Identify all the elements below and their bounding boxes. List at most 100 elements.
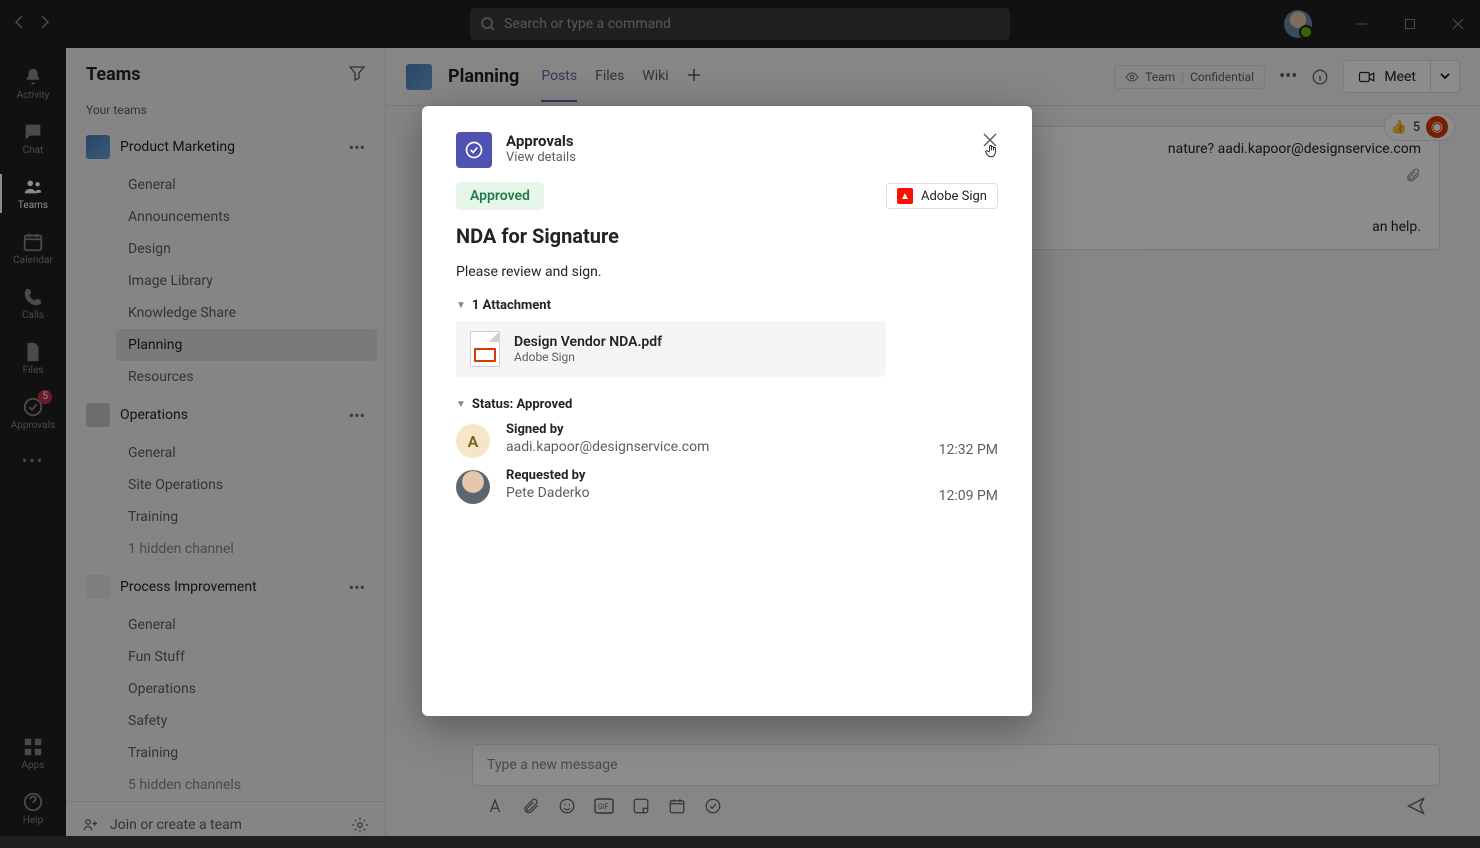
settings-button[interactable] (351, 816, 369, 834)
add-tab-button[interactable] (687, 52, 701, 102)
rail-teams[interactable]: Teams (0, 166, 66, 221)
team-header[interactable]: Product Marketing ••• (74, 125, 377, 169)
channel-item[interactable]: Fun Stuff (116, 641, 377, 673)
search-placeholder: Search or type a command (504, 16, 671, 32)
attach-button[interactable] (522, 797, 540, 819)
rail-calendar[interactable]: Calendar (0, 221, 66, 276)
tab-posts[interactable]: Posts (541, 52, 577, 102)
minimize-button[interactable] (1340, 0, 1384, 48)
tab-files[interactable]: Files (595, 52, 624, 102)
status-header[interactable]: ▼ Status: Approved (456, 397, 998, 412)
channel-item[interactable]: General (116, 437, 377, 469)
channel-tabs: Posts Files Wiki (541, 52, 700, 102)
timeline-value: Pete Daderko (506, 485, 923, 501)
team-name: Operations (120, 407, 339, 423)
maximize-button[interactable] (1388, 0, 1432, 48)
rail-calls[interactable]: Calls (0, 276, 66, 331)
channel-item[interactable]: Training (116, 737, 377, 769)
team-more-button[interactable]: ••• (349, 406, 365, 425)
thumbs-up-icon: 👍 (1391, 120, 1407, 135)
rail-label: Teams (18, 200, 48, 211)
chat-icon (22, 121, 44, 143)
format-button[interactable] (486, 797, 504, 819)
rail-activity[interactable]: Activity (0, 56, 66, 111)
attachment-item[interactable]: Design Vendor NDA.pdf Adobe Sign (456, 321, 886, 377)
collapse-icon: ▼ (456, 300, 466, 311)
rail-label: Activity (17, 90, 50, 101)
search-icon (480, 16, 496, 32)
eye-icon (1125, 70, 1139, 84)
attachments-label: 1 Attachment (472, 298, 551, 313)
tab-wiki[interactable]: Wiki (642, 52, 668, 102)
rail-chat[interactable]: Chat (0, 111, 66, 166)
modal-app-name: Approvals (506, 132, 576, 150)
hidden-channels[interactable]: 1 hidden channel (116, 533, 377, 565)
rail-approvals[interactable]: 5 Approvals (0, 386, 66, 441)
channel-item[interactable]: Operations (116, 673, 377, 705)
video-icon (1358, 68, 1376, 86)
reaction-bar[interactable]: 👍 5 ◉ (1384, 113, 1456, 141)
channel-item[interactable]: Announcements (116, 201, 377, 233)
search-box[interactable]: Search or type a command (470, 8, 1010, 40)
approval-button[interactable] (704, 797, 722, 819)
more-button[interactable]: ••• (1279, 66, 1297, 87)
paperclip-icon[interactable] (1405, 167, 1421, 183)
hidden-channels[interactable]: 5 hidden channels (116, 769, 377, 801)
channel-item[interactable]: Design (116, 233, 377, 265)
close-button[interactable] (982, 132, 998, 152)
modal-title: NDA for Signature (456, 224, 998, 248)
titlebar: Search or type a command (0, 0, 1480, 48)
join-label: Join or create a team (110, 817, 242, 833)
teams-footer: Join or create a team (66, 801, 385, 848)
svg-text:GIF: GIF (598, 803, 609, 811)
rail-files[interactable]: Files (0, 331, 66, 386)
team-more-button[interactable]: ••• (349, 578, 365, 597)
rail-help[interactable]: Help (0, 781, 66, 836)
calendar-icon (22, 231, 44, 253)
back-button[interactable] (12, 14, 28, 34)
provider-name: Adobe Sign (921, 189, 987, 204)
channel-item[interactable]: Site Operations (116, 469, 377, 501)
cursor-hand-icon (984, 144, 1000, 160)
rail-apps[interactable]: Apps (0, 726, 66, 781)
team-header[interactable]: Process Improvement ••• (74, 565, 377, 609)
channel-item[interactable]: Training (116, 501, 377, 533)
join-team-button[interactable]: Join or create a team (82, 816, 242, 834)
sticker-button[interactable] (632, 797, 650, 819)
close-window-button[interactable] (1436, 0, 1480, 48)
team-more-button[interactable]: ••• (349, 138, 365, 157)
channel-item[interactable]: General (116, 169, 377, 201)
sensitivity-label[interactable]: Team | Confidential (1114, 65, 1265, 89)
attachments-header[interactable]: ▼ 1 Attachment (456, 298, 998, 313)
app-rail: Activity Chat Teams Calendar Calls Files… (0, 48, 66, 836)
provider-pill: ▲ Adobe Sign (886, 183, 998, 209)
teams-icon (22, 176, 44, 198)
meet-chevron[interactable] (1431, 60, 1460, 93)
channel-item[interactable]: General (116, 609, 377, 641)
adobe-icon: ▲ (897, 188, 913, 204)
team-name: Process Improvement (120, 579, 339, 595)
gif-button[interactable]: GIF (594, 798, 614, 818)
timeline-item: Requested by Pete Daderko 12:09 PM (456, 468, 998, 504)
attachment-provider: Adobe Sign (514, 350, 662, 364)
compose-box[interactable]: Type a new message (472, 744, 1440, 786)
info-button[interactable] (1311, 68, 1329, 86)
send-button[interactable] (1406, 796, 1426, 820)
meet-button[interactable]: Meet (1343, 60, 1431, 93)
channel-item[interactable]: Planning (116, 329, 377, 361)
emoji-button[interactable] (558, 797, 576, 819)
filter-button[interactable] (349, 65, 365, 85)
channel-item[interactable]: Safety (116, 705, 377, 737)
team-operations: Operations ••• General Site Operations T… (66, 393, 385, 565)
rail-more[interactable]: ••• (0, 441, 66, 480)
timeline-label: Signed by (506, 422, 923, 437)
channel-item[interactable]: Image Library (116, 265, 377, 297)
avatar-initial: A (456, 424, 490, 458)
forward-button[interactable] (36, 14, 52, 34)
schedule-button[interactable] (668, 797, 686, 819)
user-avatar[interactable] (1284, 10, 1312, 38)
channel-item[interactable]: Resources (116, 361, 377, 393)
bell-icon (22, 66, 44, 88)
team-header[interactable]: Operations ••• (74, 393, 377, 437)
channel-item[interactable]: Knowledge Share (116, 297, 377, 329)
